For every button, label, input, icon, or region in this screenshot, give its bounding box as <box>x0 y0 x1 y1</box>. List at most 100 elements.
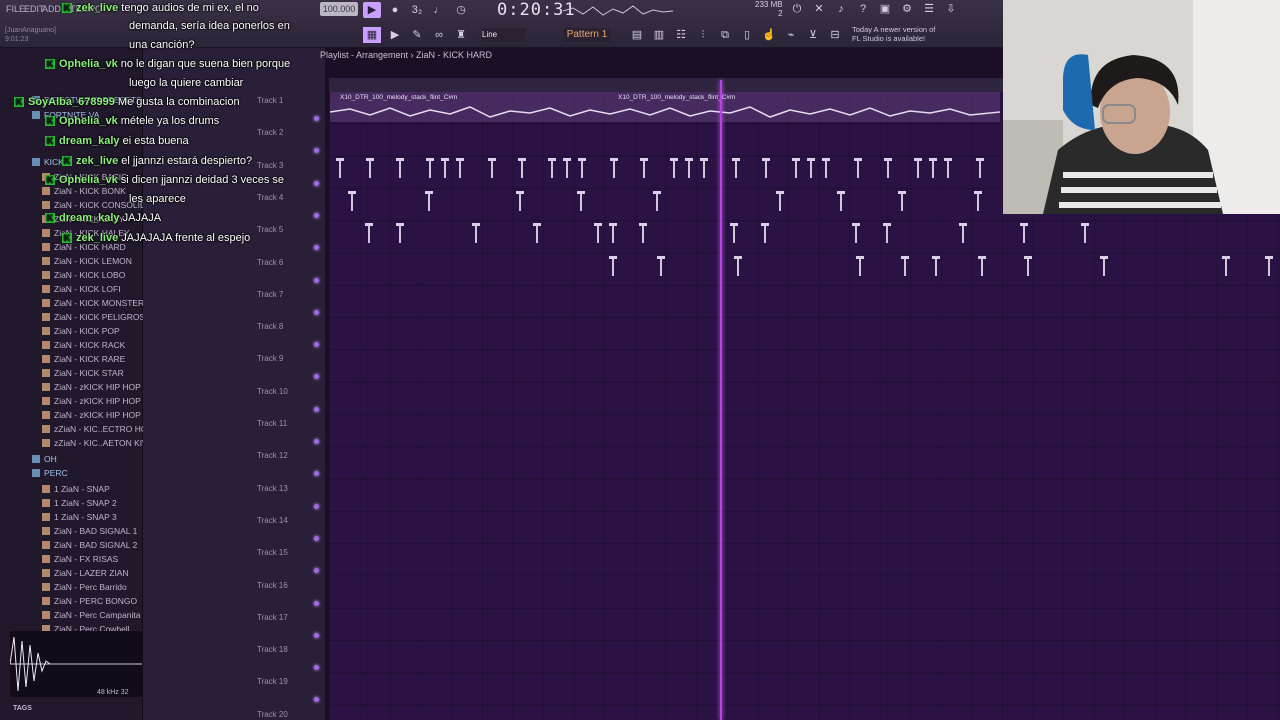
pattern-selector[interactable]: Pattern 1 <box>563 28 611 42</box>
browser-file[interactable]: ZiaN - BAD SIGNAL 1 <box>0 524 143 538</box>
snap-selector[interactable]: Line <box>482 28 526 42</box>
sliders-icon[interactable]: ⫶ <box>694 27 712 43</box>
browser-file[interactable]: ZiaN - KICK LEMON <box>0 254 143 268</box>
browser-file[interactable]: ZiaN - Perc Campanita Tri <box>0 608 143 622</box>
track-mute-led[interactable] <box>314 697 319 703</box>
pattern-clip[interactable] <box>932 256 940 278</box>
browser-file[interactable]: ZiaN - KICK POP <box>0 324 143 338</box>
pattern-clip[interactable] <box>852 223 860 245</box>
pattern-clip[interactable] <box>929 158 937 180</box>
browser-file[interactable]: ZiaN - FX RISAS <box>0 552 143 566</box>
cart-icon[interactable]: ⊻ <box>804 27 822 43</box>
link-icon[interactable]: ∞ <box>430 27 448 43</box>
track-mute-led[interactable] <box>314 632 319 638</box>
power-icon[interactable]: ⏻ <box>788 1 806 17</box>
pattern-clip[interactable] <box>348 191 356 213</box>
pattern-clip[interactable] <box>837 191 845 213</box>
track-label[interactable]: Track 19 <box>257 677 317 686</box>
pattern-clip[interactable] <box>609 256 617 278</box>
pattern-clip[interactable] <box>548 158 556 180</box>
pattern-clip[interactable] <box>1265 256 1273 278</box>
track-mute-led[interactable] <box>314 503 319 509</box>
next-icon[interactable]: ▶ <box>386 27 404 43</box>
magnet-icon[interactable]: ⌁ <box>782 27 800 43</box>
pattern-clip[interactable] <box>426 158 434 180</box>
browser-folder[interactable]: OH <box>0 452 143 466</box>
pattern-clip[interactable] <box>807 158 815 180</box>
track-label[interactable]: Track 18 <box>257 645 317 654</box>
pattern-clip[interactable] <box>959 223 967 245</box>
pattern-clip[interactable] <box>856 256 864 278</box>
track-label[interactable]: Track 16 <box>257 581 317 590</box>
pattern-clip[interactable] <box>472 223 480 245</box>
track-label[interactable]: Track 12 <box>257 451 317 460</box>
pattern-clip[interactable] <box>533 223 541 245</box>
browser-file[interactable]: 1 ZiaN - SNAP 3 <box>0 510 143 524</box>
track-mute-led[interactable] <box>314 342 319 348</box>
pattern-clip[interactable] <box>978 256 986 278</box>
track-label[interactable]: Track 14 <box>257 516 317 525</box>
pattern-clip[interactable] <box>425 191 433 213</box>
browser-file[interactable]: zZiaN - KIC..AETON KIWYY <box>0 436 143 450</box>
pattern-clip[interactable] <box>640 158 648 180</box>
pattern-clip[interactable] <box>898 191 906 213</box>
track-mute-led[interactable] <box>314 665 319 671</box>
pattern-clip[interactable] <box>336 158 344 180</box>
browser-file[interactable]: ZiaN - zKICK HIP HOP 2 <box>0 380 143 394</box>
stamp-icon[interactable]: ♜ <box>452 27 470 43</box>
pattern-clip[interactable] <box>578 158 586 180</box>
browser-file[interactable]: ZiaN - KICK RACK <box>0 338 143 352</box>
step-icon[interactable]: 3₂ <box>408 2 426 18</box>
browser-file[interactable]: zZiaN - KIC..ECTRO HOUSE <box>0 422 143 436</box>
pattern-clip[interactable] <box>974 191 982 213</box>
pattern-clip[interactable] <box>730 223 738 245</box>
track-mute-led[interactable] <box>314 568 319 574</box>
browser-file[interactable]: ZiaN - PERC BONGO <box>0 594 143 608</box>
track-label[interactable]: Track 6 <box>257 258 317 267</box>
track-mute-led[interactable] <box>314 535 319 541</box>
wait-icon[interactable]: ◷ <box>452 2 470 18</box>
browser-folder[interactable]: PERC <box>0 466 143 480</box>
pattern-clip[interactable] <box>441 158 449 180</box>
pattern-clip[interactable] <box>396 158 404 180</box>
pattern-clip[interactable] <box>976 158 984 180</box>
pencil-icon[interactable]: ✎ <box>408 27 426 43</box>
track-label[interactable]: Track 7 <box>257 290 317 299</box>
pattern-clip[interactable] <box>761 223 769 245</box>
touch-icon[interactable]: ☝ <box>760 27 778 43</box>
browser-file[interactable]: ZiaN - zKICK HIP HOP 4 <box>0 408 143 422</box>
pattern-clip[interactable] <box>822 158 830 180</box>
pattern-clip[interactable] <box>518 158 526 180</box>
pattern-clip[interactable] <box>594 223 602 245</box>
pattern-clip[interactable] <box>884 158 892 180</box>
browser-file[interactable]: ZiaN - LAZER ZIAN <box>0 566 143 580</box>
pattern-clip[interactable] <box>901 256 909 278</box>
play-icon[interactable]: ▶ <box>363 2 381 18</box>
shop-icon[interactable]: ⊟ <box>826 27 844 43</box>
help-icon[interactable]: ? <box>854 1 872 17</box>
pattern-clip[interactable] <box>610 158 618 180</box>
track-label[interactable]: Track 10 <box>257 387 317 396</box>
pattern-clip[interactable] <box>1081 223 1089 245</box>
metronome-icon[interactable]: ♩ <box>430 2 448 18</box>
pattern-clip[interactable] <box>944 158 952 180</box>
pattern-clip[interactable] <box>734 256 742 278</box>
plugin-picker-icon[interactable]: ▯ <box>738 27 756 43</box>
track-mute-led[interactable] <box>314 277 319 283</box>
pattern-clip[interactable] <box>639 223 647 245</box>
pattern-clip[interactable] <box>700 158 708 180</box>
pattern-clip[interactable] <box>914 158 922 180</box>
channel-rack-icon[interactable]: ▥ <box>650 27 668 43</box>
browser-file[interactable]: ZiaN - Perc Barrido <box>0 580 143 594</box>
mixer-icon[interactable]: ☷ <box>672 27 690 43</box>
pattern-clip[interactable] <box>1020 223 1028 245</box>
pattern-clip[interactable] <box>854 158 862 180</box>
pattern-clip[interactable] <box>365 223 373 245</box>
pattern-clip[interactable] <box>396 223 404 245</box>
chat-icon[interactable]: ☰ <box>920 1 938 17</box>
browser-file[interactable]: ZiaN - KICK LOBO <box>0 268 143 282</box>
record-icon[interactable]: ● <box>386 2 404 18</box>
pattern-clip[interactable] <box>732 158 740 180</box>
browser-file[interactable]: 1 ZiaN - SNAP <box>0 482 143 496</box>
pattern-clip[interactable] <box>609 223 617 245</box>
